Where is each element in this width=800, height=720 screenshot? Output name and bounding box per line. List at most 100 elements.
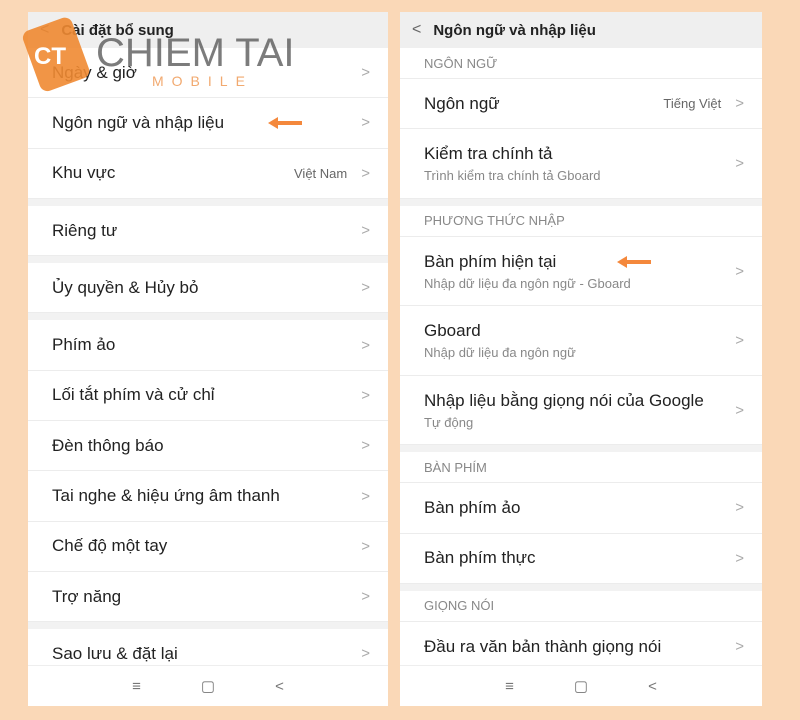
divider (28, 622, 388, 630)
item-label: Phím ảo (52, 335, 116, 355)
item-label: Trợ năng (52, 586, 122, 606)
item-value: Tiếng Việt (663, 96, 722, 112)
list-item[interactable]: Phím ảo > (28, 320, 388, 371)
back-nav-icon[interactable]: < (275, 678, 284, 695)
chevron-right-icon: > (361, 487, 370, 505)
item-text: Nhập liệu bằng giọng nói của Google Tự độ… (424, 391, 735, 430)
chevron-right-icon: > (735, 549, 744, 567)
item-label: Kiểm tra chính tả (424, 144, 553, 164)
list-item[interactable]: Bàn phím ảo > (400, 483, 762, 534)
back-nav-icon[interactable]: < (648, 678, 657, 695)
item-label: Gboard (424, 321, 481, 341)
chevron-right-icon: > (361, 64, 370, 82)
chevron-right-icon: > (361, 386, 370, 404)
item-subtitle: Trình kiểm tra chính tả Gboard (424, 168, 601, 184)
item-label: Đầu ra văn bản thành giọng nói (424, 636, 662, 656)
arrow-pointer-icon (266, 116, 304, 130)
section-header: GIỌNG NÓI (400, 591, 762, 622)
list-item[interactable]: Bàn phím hiện tại Nhập dữ liệu đa ngôn ng… (400, 237, 762, 307)
item-label: Khu vực (52, 163, 116, 183)
item-text: Bàn phím hiện tại Nhập dữ liệu đa ngôn ng… (424, 252, 735, 291)
chevron-right-icon: > (735, 499, 744, 517)
chevron-right-icon: > (735, 155, 744, 173)
page-title: Ngôn ngữ và nhập liệu (433, 21, 596, 39)
menu-icon[interactable]: ≡ (132, 678, 141, 695)
chevron-right-icon: > (735, 638, 744, 656)
item-label: Riêng tư (52, 220, 118, 240)
item-label: Sao lưu & đặt lại (52, 643, 178, 663)
section-header: NGÔN NGỮ (400, 48, 762, 79)
arrow-pointer-icon (615, 255, 653, 269)
item-subtitle: Nhập dữ liệu đa ngôn ngữ - Gboard (424, 275, 631, 291)
list-item[interactable]: Ủy quyền & Hủy bỏ > (28, 263, 388, 314)
list-item[interactable]: Nhập liệu bằng giọng nói của Google Tự độ… (400, 376, 762, 446)
list-item[interactable]: Gboard Nhập dữ liệu đa ngôn ngữ > (400, 306, 762, 376)
item-label: Bàn phím ảo (424, 497, 521, 517)
item-text: Riêng tư (52, 221, 361, 241)
watermark-logo: CT CHIEM TAI MOBILE (22, 17, 295, 92)
home-icon[interactable]: ▢ (574, 677, 588, 695)
list-item[interactable]: Tai nghe & hiệu ứng âm thanh > (28, 471, 388, 522)
item-label: Lối tắt phím và cử chỉ (52, 385, 215, 405)
chevron-right-icon: > (361, 164, 370, 182)
nav-bar: ≡ ▢ < (400, 665, 762, 706)
chevron-right-icon: > (735, 332, 744, 350)
item-subtitle: Tự động (424, 414, 474, 430)
list-item[interactable]: Chế độ một tay > (28, 522, 388, 572)
item-label: Nhập liệu bằng giọng nói của Google (424, 390, 704, 410)
divider (400, 583, 762, 591)
item-text: Bàn phím thực (424, 548, 735, 568)
item-text: Gboard Nhập dữ liệu đa ngôn ngữ (424, 321, 735, 360)
chevron-right-icon: > (735, 401, 744, 419)
item-text: Sao lưu & đặt lại (52, 644, 361, 664)
item-label: Bàn phím thực (424, 548, 536, 568)
list-item[interactable]: Đèn thông báo > (28, 421, 388, 472)
divider (28, 313, 388, 321)
svg-text:MOBILE: MOBILE (152, 73, 253, 89)
item-text: Ngôn ngữ và nhập liệu (52, 113, 361, 133)
svg-text:CT: CT (34, 43, 66, 70)
item-label: Chế độ một tay (52, 536, 168, 556)
chevron-right-icon: > (735, 262, 744, 280)
list-item[interactable]: Ngôn ngữ Tiếng Việt > (400, 79, 762, 130)
item-text: Phím ảo (52, 335, 361, 355)
item-text: Đèn thông báo (52, 436, 361, 456)
item-text: Bàn phím ảo (424, 498, 735, 518)
list-item[interactable]: Riêng tư > (28, 206, 388, 257)
item-text: Chế độ một tay (52, 536, 361, 556)
item-text: Khu vực (52, 163, 294, 183)
chevron-right-icon: > (361, 437, 370, 455)
nav-bar: ≡ ▢ < (28, 665, 388, 706)
right-screen: < Ngôn ngữ và nhập liệu NGÔN NGỮ Ngôn ngữ T… (400, 12, 762, 706)
list-item[interactable]: Trợ năng > (28, 572, 388, 623)
item-text: Đầu ra văn bản thành giọng nói (424, 637, 735, 657)
list-item[interactable]: Ngôn ngữ và nhập liệu > (28, 98, 388, 149)
item-label: Tai nghe & hiệu ứng âm thanh (52, 486, 280, 506)
item-text: Trợ năng (52, 587, 361, 607)
list-item[interactable]: Lối tắt phím và cử chỉ > (28, 371, 388, 422)
back-icon[interactable]: < (412, 21, 421, 39)
chevron-right-icon: > (361, 279, 370, 297)
divider (400, 198, 762, 206)
chevron-right-icon: > (361, 537, 370, 555)
home-icon[interactable]: ▢ (201, 677, 215, 695)
item-subtitle: Nhập dữ liệu đa ngôn ngữ (424, 345, 576, 361)
list-item[interactable]: Bàn phím thực > (400, 534, 762, 584)
list-item[interactable]: Khu vực Việt Nam > (28, 149, 388, 199)
item-text: Tai nghe & hiệu ứng âm thanh (52, 486, 361, 506)
item-label: Bàn phím hiện tại (424, 251, 557, 271)
section-header: BÀN PHÍM (400, 452, 762, 484)
item-text: Lối tắt phím và cử chỉ (52, 385, 361, 405)
item-label: Ngôn ngữ (424, 93, 500, 113)
list-item[interactable]: Kiểm tra chính tả Trình kiểm tra chính tả… (400, 129, 762, 199)
divider (28, 198, 388, 206)
left-screen: <Cài đặt bổ sung Ngày & giờ>Ngôn ngữ và … (28, 12, 388, 706)
divider (28, 256, 388, 264)
chevron-right-icon: > (735, 95, 744, 113)
menu-icon[interactable]: ≡ (505, 678, 514, 695)
item-value: Việt Nam (294, 165, 348, 181)
item-text: Ủy quyền & Hủy bỏ (52, 278, 361, 298)
chevron-right-icon: > (361, 222, 370, 240)
item-label: Ngôn ngữ và nhập liệu (52, 112, 225, 132)
header: < Ngôn ngữ và nhập liệu (400, 12, 762, 48)
